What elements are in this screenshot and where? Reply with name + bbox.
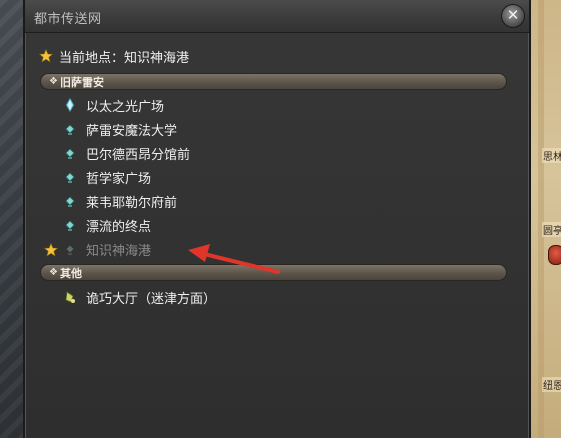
background-scene [0, 0, 24, 438]
favorite-star-icon[interactable] [44, 243, 58, 257]
aethernet-shard-icon [65, 172, 75, 183]
group-header-old-sharlayan[interactable]: ❖ 旧萨雷安 [40, 73, 507, 90]
residential-shard-icon [65, 291, 75, 303]
window-titlebar[interactable]: 都市传送网 ✕ [25, 0, 529, 33]
window-title: 都市传送网 [34, 12, 102, 27]
star-icon [39, 49, 53, 63]
list-item-journeys-end[interactable]: 漂流的终点 [63, 215, 151, 235]
current-location-text: 当前地点：知识神海港 [59, 50, 190, 66]
item-label: 漂流的终点 [86, 219, 152, 235]
list-item-studium[interactable]: 萨雷安魔法大学 [63, 119, 177, 139]
map-label-yuanting: 圆亭 [542, 222, 561, 237]
item-label: 以太之光广场 [86, 99, 165, 115]
aetheryte-crystal-icon [65, 98, 75, 112]
item-label: 诡巧大厅（迷津方面） [86, 291, 217, 307]
aethernet-shard-icon [65, 244, 75, 255]
map-label-silin: 思林 [542, 148, 561, 163]
aethernet-shard-icon [65, 148, 75, 159]
item-label: 萨雷安魔法大学 [86, 123, 178, 139]
close-icon: ✕ [506, 6, 520, 24]
map-road [538, 0, 544, 438]
list-item-philosophers-forum[interactable]: 哲学家广场 [63, 167, 151, 187]
aethernet-shard-icon [65, 220, 75, 231]
current-location: 当前地点：知识神海港 [39, 46, 189, 66]
list-item-leveilleur-estate[interactable]: 莱韦耶勒尔府前 [63, 191, 177, 211]
item-label: 莱韦耶勒尔府前 [86, 195, 178, 211]
item-label: 哲学家广场 [86, 171, 152, 187]
list-item-baldesion-annex[interactable]: 巴尔德西昂分馆前 [63, 143, 190, 163]
diamond-icon: ❖ [49, 267, 58, 278]
list-item-sharlayan-hamlet-current: 知识神海港 [63, 239, 151, 259]
aethernet-shard-icon [65, 124, 75, 135]
aethernet-window: 都市传送网 ✕ 当前地点：知识神海港 ❖ 旧萨雷安 以太之光广场 萨雷安魔法大学 [23, 0, 531, 438]
map-panel: 思林 圆亭 纽恩 [527, 0, 561, 438]
list-item-crystarium-hall[interactable]: 诡巧大厅（迷津方面） [63, 287, 216, 307]
item-label: 巴尔德西昂分馆前 [86, 147, 191, 163]
group-header-other[interactable]: ❖ 其他 [40, 264, 507, 281]
group-label: 其他 [59, 266, 82, 280]
item-label: 知识神海港 [86, 243, 152, 259]
group-label: 旧萨雷安 [59, 75, 104, 89]
map-marker-icon[interactable] [548, 245, 561, 265]
list-item-aetheryte-plaza[interactable]: 以太之光广场 [63, 95, 164, 115]
diamond-icon: ❖ [49, 76, 58, 87]
aethernet-shard-icon [65, 196, 75, 207]
close-button[interactable]: ✕ [501, 4, 525, 28]
map-label-niuen: 纽恩 [542, 377, 561, 392]
